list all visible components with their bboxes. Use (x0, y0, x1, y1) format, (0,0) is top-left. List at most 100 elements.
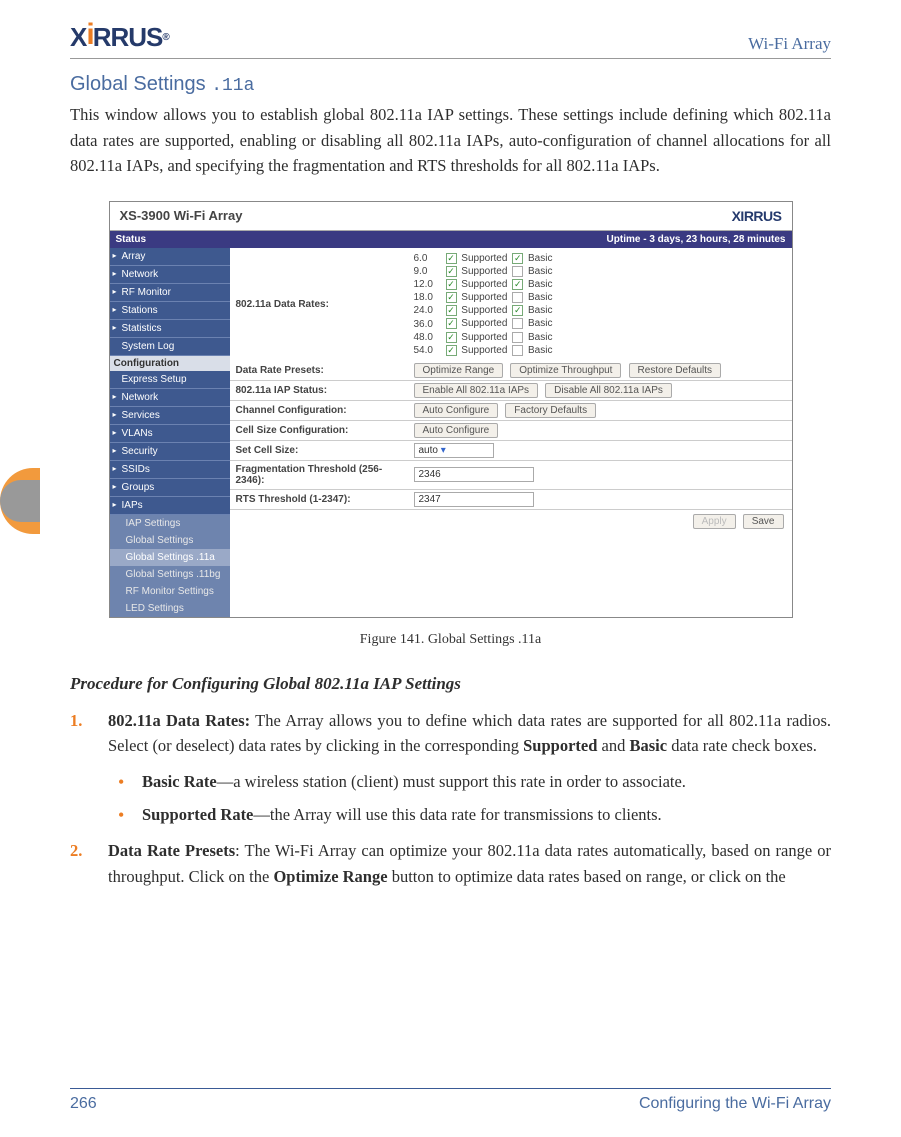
frag-threshold-input[interactable]: 2346 (414, 467, 534, 482)
supported-checkbox[interactable]: ✓ (446, 332, 457, 343)
sidebar-item[interactable]: IAPs (110, 497, 230, 515)
basic-checkbox[interactable] (512, 318, 523, 329)
chevron-down-icon: ▾ (441, 445, 446, 456)
sidebar-subitem[interactable]: Global Settings .11bg (110, 566, 230, 583)
supported-checkbox[interactable]: ✓ (446, 253, 457, 264)
figure-caption: Figure 141. Global Settings .11a (70, 632, 831, 648)
rate-line: 24.0✓ Supported ✓ Basic (414, 304, 788, 317)
sidebar-item[interactable]: Stations (110, 302, 230, 320)
optimize-range-button[interactable]: Optimize Range (414, 363, 504, 378)
basic-checkbox[interactable] (512, 345, 523, 356)
sidebar-item[interactable]: Network (110, 266, 230, 284)
rates-list: 6.0✓ Supported ✓ Basic9.0✓ Supported Bas… (410, 248, 792, 361)
step-number: 1. (70, 708, 82, 734)
status-left: Status (116, 234, 147, 245)
auto-configure-button[interactable]: Auto Configure (414, 403, 499, 418)
app-brand-logo: XIRRUS (732, 208, 782, 224)
row-label: 802.11a Data Rates: (230, 248, 410, 361)
procedure-heading: Procedure for Configuring Global 802.11a… (70, 674, 831, 694)
row-label: 802.11a IAP Status: (230, 382, 410, 399)
sidebar-item[interactable]: Services (110, 407, 230, 425)
sidebar-item[interactable]: Security (110, 443, 230, 461)
page: XiRRUS® Wi-Fi Array Global Settings .11a… (0, 0, 901, 1137)
auto-configure-cell-button[interactable]: Auto Configure (414, 423, 499, 438)
supported-checkbox[interactable]: ✓ (446, 318, 457, 329)
restore-defaults-button[interactable]: Restore Defaults (629, 363, 721, 378)
sidebar-item[interactable]: VLANs (110, 425, 230, 443)
logo-text: X (70, 22, 86, 53)
row-iap-status: 802.11a IAP Status: Enable All 802.11a I… (230, 381, 792, 401)
section-title-main: Global Settings (70, 73, 211, 95)
row-label: RTS Threshold (1-2347): (230, 491, 410, 508)
sidebar-subitem[interactable]: IAP Settings (110, 515, 230, 532)
row-cellsize-config: Cell Size Configuration: Auto Configure (230, 421, 792, 441)
supported-checkbox[interactable]: ✓ (446, 292, 457, 303)
page-number: 266 (70, 1095, 97, 1113)
sidebar-group-header: Configuration (110, 356, 230, 371)
supported-checkbox[interactable]: ✓ (446, 305, 457, 316)
step-lead: Data Rate Presets (108, 841, 235, 860)
basic-checkbox[interactable]: ✓ (512, 253, 523, 264)
row-frag-threshold: Fragmentation Threshold (256-2346): 2346 (230, 461, 792, 490)
sidebar-subitem[interactable]: Global Settings (110, 532, 230, 549)
data-rates-row: 802.11a Data Rates: 6.0✓ Supported ✓ Bas… (230, 248, 792, 361)
bullet-supported-rate: Supported Rate—the Array will use this d… (142, 802, 831, 828)
page-footer: 266 Configuring the Wi-Fi Array (70, 1088, 831, 1113)
rate-line: 6.0✓ Supported ✓ Basic (414, 252, 788, 265)
rts-threshold-input[interactable]: 2347 (414, 492, 534, 507)
sidebar-item[interactable]: Network (110, 389, 230, 407)
sidebar-item[interactable]: Groups (110, 479, 230, 497)
cell-size-select[interactable]: auto ▾ (414, 443, 494, 458)
step-number: 2. (70, 838, 82, 864)
basic-checkbox[interactable] (512, 266, 523, 277)
row-label: Fragmentation Threshold (256-2346): (230, 461, 410, 489)
basic-checkbox[interactable]: ✓ (512, 305, 523, 316)
disable-all-button[interactable]: Disable All 802.11a IAPs (545, 383, 672, 398)
page-header: XiRRUS® Wi-Fi Array (70, 20, 831, 59)
figure-screenshot: XS-3900 Wi-Fi Array XIRRUS Status Uptime… (109, 201, 793, 618)
intro-paragraph: This window allows you to establish glob… (70, 102, 831, 179)
factory-defaults-button[interactable]: Factory Defaults (505, 403, 596, 418)
sidebar-subitem[interactable]: RF Monitor Settings (110, 583, 230, 600)
row-label: Set Cell Size: (230, 442, 410, 459)
sidebar-item[interactable]: SSIDs (110, 461, 230, 479)
side-tab (0, 468, 40, 534)
row-label: Data Rate Presets: (230, 362, 410, 379)
step-1: 1. 802.11a Data Rates: The Array allows … (98, 708, 831, 828)
status-uptime: Uptime - 3 days, 23 hours, 28 minutes (607, 234, 786, 245)
sidebar-item[interactable]: Statistics (110, 320, 230, 338)
optimize-throughput-button[interactable]: Optimize Throughput (510, 363, 621, 378)
apply-button[interactable]: Apply (693, 514, 736, 529)
action-bar: Apply Save (230, 510, 792, 533)
sidebar-subitem[interactable]: LED Settings (110, 600, 230, 617)
rate-line: 36.0✓ Supported Basic (414, 317, 788, 330)
step-2: 2. Data Rate Presets: The Wi-Fi Array ca… (98, 838, 831, 889)
rate-line: 18.0✓ Supported Basic (414, 291, 788, 304)
sidebar-subitem-selected[interactable]: Global Settings .11a (110, 549, 230, 566)
row-channel-config: Channel Configuration: Auto Configure Fa… (230, 401, 792, 421)
sidebar-item[interactable]: Array (110, 248, 230, 266)
app-title: XS-3900 Wi-Fi Array (120, 208, 243, 223)
rate-line: 54.0✓ Supported Basic (414, 344, 788, 357)
sidebar-item[interactable]: RF Monitor (110, 284, 230, 302)
row-label: Cell Size Configuration: (230, 422, 410, 439)
row-rts-threshold: RTS Threshold (1-2347): 2347 (230, 490, 792, 510)
basic-checkbox[interactable] (512, 292, 523, 303)
status-bar: Status Uptime - 3 days, 23 hours, 28 min… (110, 231, 792, 248)
basic-checkbox[interactable] (512, 332, 523, 343)
rate-line: 12.0✓ Supported ✓ Basic (414, 278, 788, 291)
basic-checkbox[interactable]: ✓ (512, 279, 523, 290)
bullet-basic-rate: Basic Rate—a wireless station (client) m… (142, 769, 831, 795)
xirrus-logo: XiRRUS® (70, 20, 169, 54)
sidebar-item[interactable]: System Log (110, 338, 230, 356)
procedure-list: 1. 802.11a Data Rates: The Array allows … (70, 708, 831, 889)
section-title: Global Settings .11a (70, 73, 831, 96)
save-button[interactable]: Save (743, 514, 784, 529)
sidebar-item[interactable]: Express Setup (110, 371, 230, 389)
supported-checkbox[interactable]: ✓ (446, 266, 457, 277)
enable-all-button[interactable]: Enable All 802.11a IAPs (414, 383, 539, 398)
supported-checkbox[interactable]: ✓ (446, 279, 457, 290)
main-panel: 802.11a Data Rates: 6.0✓ Supported ✓ Bas… (230, 248, 792, 617)
supported-checkbox[interactable]: ✓ (446, 345, 457, 356)
sub-bullets: Basic Rate—a wireless station (client) m… (108, 769, 831, 828)
